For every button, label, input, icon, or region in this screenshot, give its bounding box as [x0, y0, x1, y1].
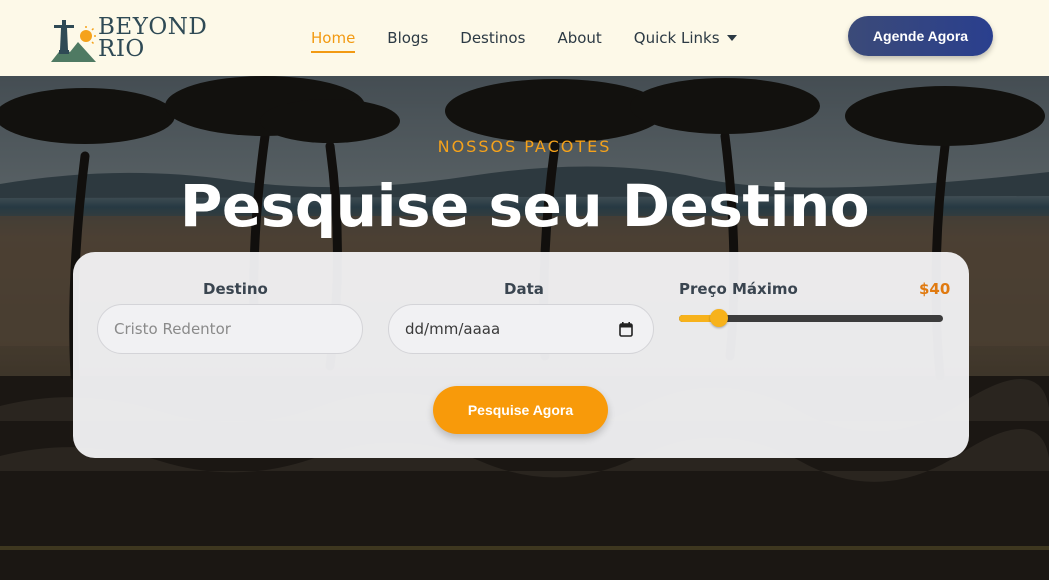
christ-statue-icon [51, 20, 96, 62]
date-input[interactable]: dd/mm/aaaa [388, 304, 654, 354]
price-slider-thumb[interactable] [709, 309, 728, 327]
data-label: Data [504, 280, 544, 298]
brand-logo[interactable]: BEYOND RIO [48, 10, 218, 66]
search-card: Destino Data dd/mm/aaaa Preço Máximo $40… [73, 252, 969, 458]
book-now-button[interactable]: Agende Agora [848, 16, 993, 56]
nav-about[interactable]: About [557, 29, 601, 47]
max-price-label: Preço Máximo [679, 280, 798, 298]
destino-label: Destino [203, 280, 268, 298]
brand-line1: BEYOND [98, 14, 208, 40]
nav-quick-links-label: Quick Links [633, 29, 720, 47]
main-nav: Home Blogs Destinos About Quick Links [311, 0, 769, 76]
nav-blogs[interactable]: Blogs [387, 29, 428, 47]
hero-eyebrow: NOSSOS PACOTES [437, 137, 612, 156]
hero-section: NOSSOS PACOTES Pesquise seu Destino Dest… [0, 76, 1049, 580]
date-input-value: dd/mm/aaaa [405, 320, 501, 338]
nav-destinos[interactable]: Destinos [460, 29, 525, 47]
brand-line2: RIO [98, 36, 145, 62]
calendar-icon[interactable] [619, 322, 633, 337]
page-title: Pesquise seu Destino [179, 172, 870, 240]
nav-quick-links[interactable]: Quick Links [634, 29, 737, 47]
chevron-down-icon [726, 35, 737, 41]
max-price-value: $40 [919, 280, 951, 298]
search-button[interactable]: Pesquise Agora [433, 386, 608, 434]
brand-name: BEYOND RIO [98, 14, 208, 62]
destino-input[interactable] [97, 304, 363, 354]
navbar: BEYOND RIO Home Blogs Destinos About Qui… [0, 0, 1049, 76]
nav-home[interactable]: Home [311, 29, 356, 53]
